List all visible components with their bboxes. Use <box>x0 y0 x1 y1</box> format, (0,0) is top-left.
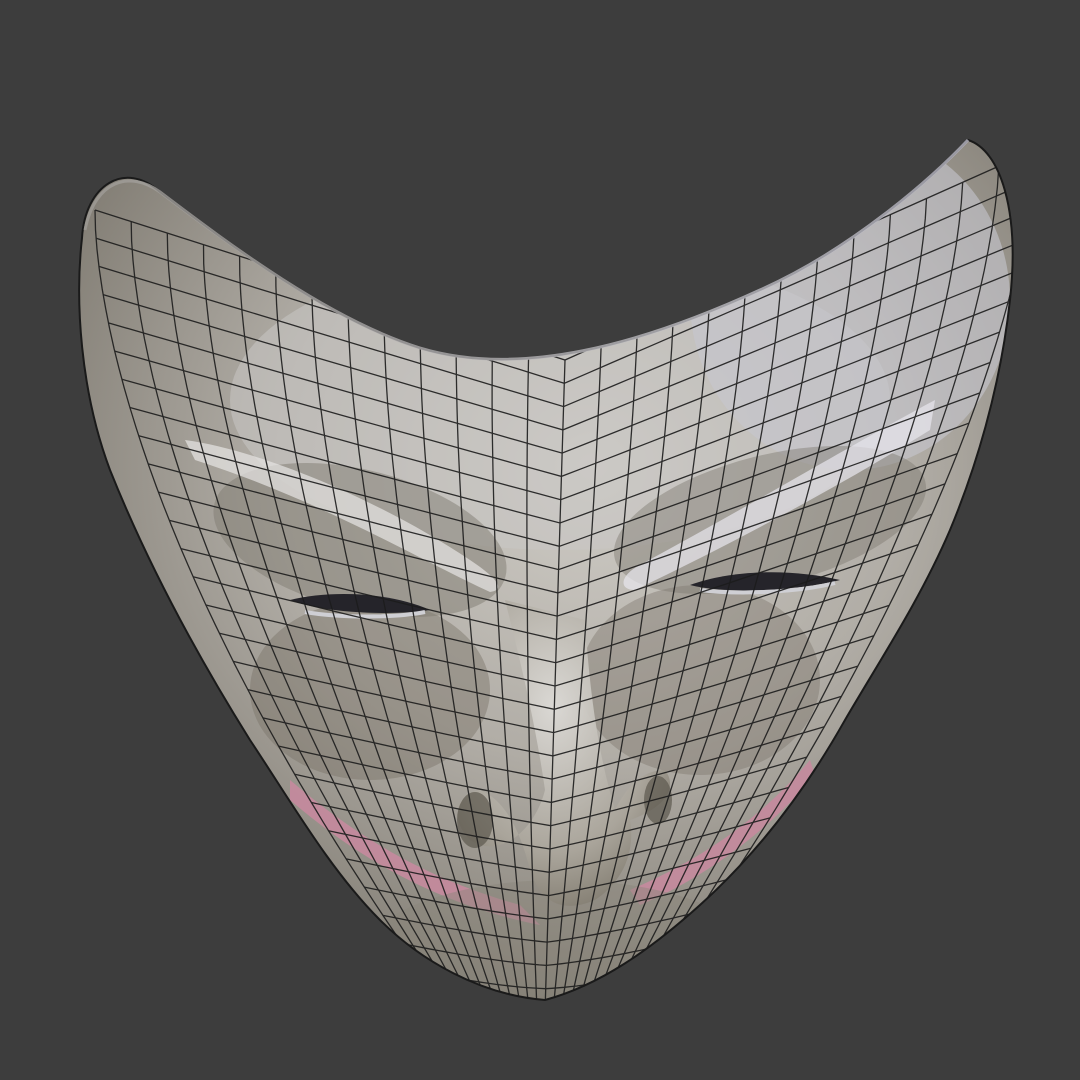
3d-viewport[interactable] <box>0 0 1080 1080</box>
left-nostril <box>457 792 493 848</box>
mask-render <box>0 0 1080 1080</box>
